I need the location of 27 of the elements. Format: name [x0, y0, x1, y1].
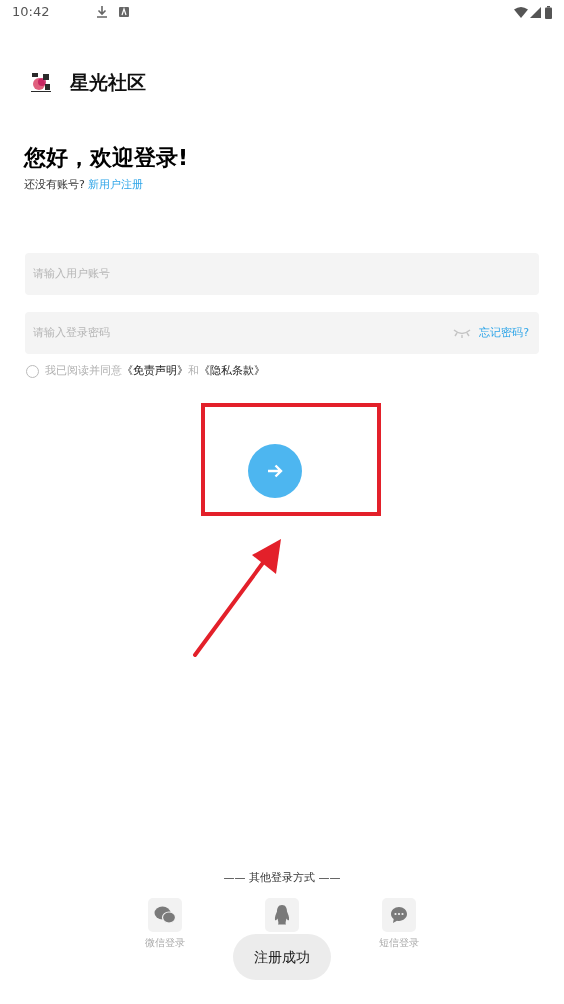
qq-login-button[interactable]: [265, 898, 299, 932]
sms-login-button[interactable]: [382, 898, 416, 932]
disclaimer-link[interactable]: 《免责声明》: [122, 364, 188, 377]
login-method-label: 短信登录: [379, 936, 419, 950]
logo-icon: [29, 70, 53, 95]
wifi-icon: [514, 6, 528, 18]
privacy-link[interactable]: 《隐私条款》: [199, 364, 265, 377]
message-icon: [390, 906, 408, 924]
wechat-login-button[interactable]: [148, 898, 182, 932]
no-account-text: 还没有账号?: [24, 176, 85, 193]
battery-icon: [545, 5, 552, 19]
login-button[interactable]: [248, 443, 302, 498]
login-method-label: 微信登录: [145, 936, 185, 950]
agreement-text: 我已阅读并同意《免责声明》和《隐私条款》: [45, 363, 265, 379]
register-link[interactable]: 新用户注册: [87, 176, 143, 193]
toast: 注册成功: [233, 934, 331, 980]
download-icon: [97, 6, 108, 18]
app-name: 星光社区: [70, 70, 146, 95]
other-login-title: —— 其他登录方式 ——: [223, 869, 341, 886]
signal-icon: [530, 6, 541, 18]
keyboard-app-icon: [119, 7, 130, 17]
welcome-title: 您好，欢迎登录!: [24, 143, 190, 172]
penguin-icon: [273, 904, 291, 926]
chat-bubbles-icon: [154, 905, 176, 925]
arrow-right-icon: [267, 463, 283, 478]
forgot-password-link[interactable]: 忘记密码?: [479, 324, 529, 342]
status-time: 10:42: [12, 3, 50, 22]
